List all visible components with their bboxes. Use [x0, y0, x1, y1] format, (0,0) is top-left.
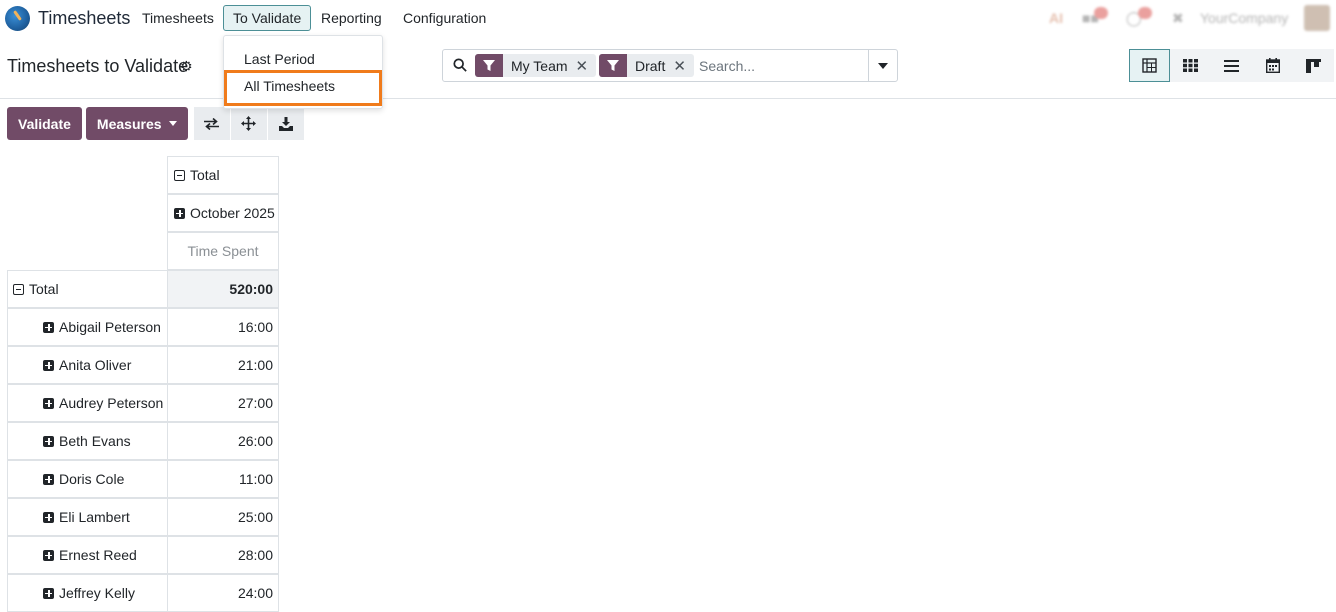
employee-value[interactable]: 21:00 [167, 346, 279, 384]
calendar-icon [1265, 58, 1280, 73]
expand-arrows-icon [241, 116, 257, 131]
page-title: Timesheets to Validate [7, 56, 189, 76]
caret-down-icon [878, 62, 888, 69]
list-view-button[interactable] [1211, 49, 1252, 82]
company-switcher[interactable]: YourCompany [1200, 10, 1288, 26]
expand-all-button[interactable] [230, 107, 267, 140]
pivot-table-icon [1142, 58, 1157, 73]
employee-name: Doris Cole [59, 471, 125, 487]
filter-icon [599, 54, 627, 77]
menu-to-validate[interactable]: To Validate [223, 5, 312, 31]
dropdown-item-all-timesheets[interactable]: All Timesheets [244, 78, 335, 94]
action-buttons: Validate Measures [7, 107, 304, 140]
col-header-period[interactable]: October 2025 [167, 194, 279, 232]
expand-icon [43, 549, 54, 561]
employee-value[interactable]: 11:00 [167, 460, 279, 498]
expand-icon [43, 359, 54, 371]
measures-label: Measures [96, 115, 162, 132]
employee-value[interactable]: 28:00 [167, 536, 279, 574]
view-switcher [1129, 49, 1334, 82]
row-header-employee[interactable]: Eli Lambert [7, 498, 168, 536]
ai-icon[interactable]: AI [1049, 10, 1063, 26]
remove-facet-icon[interactable]: ✕ [673, 57, 694, 75]
search-options-toggle[interactable] [868, 50, 897, 81]
row-header-total-label: Total [29, 281, 59, 297]
collapse-icon [174, 169, 185, 181]
expand-icon [43, 435, 54, 447]
chat-badge [1094, 7, 1108, 19]
expand-icon [43, 321, 54, 333]
pivot-view-button[interactable] [1129, 49, 1170, 82]
calendar-view-button[interactable] [1252, 49, 1293, 82]
total-value[interactable]: 520:00 [167, 270, 279, 308]
kanban-icon [1306, 58, 1321, 73]
search-icon[interactable] [453, 58, 467, 72]
facet-my-team: My Team ✕ [475, 54, 597, 77]
menu-configuration[interactable]: Configuration [394, 5, 495, 31]
employee-value[interactable]: 25:00 [167, 498, 279, 536]
expand-icon [43, 587, 54, 599]
kanban-view-button[interactable] [1293, 49, 1334, 82]
search-input[interactable] [699, 54, 859, 77]
employee-value[interactable]: 27:00 [167, 384, 279, 422]
pivot-tools [193, 107, 304, 140]
top-navbar: Timesheets Timesheets To Validate Report… [0, 0, 1336, 37]
measures-button[interactable]: Measures [85, 107, 188, 140]
employee-name: Ernest Reed [59, 547, 137, 563]
flip-axis-icon [204, 117, 220, 130]
measure-header[interactable]: Time Spent [167, 232, 279, 270]
employee-name: Beth Evans [59, 433, 131, 449]
tools-icon[interactable]: ✖ [1172, 10, 1184, 27]
control-panel: Timesheets to Validate ⚙ My Team ✕ Draft… [0, 37, 1336, 99]
row-header-employee[interactable]: Jeffrey Kelly [7, 574, 168, 612]
facet-label: Draft [635, 57, 666, 74]
employee-name: Abigail Peterson [59, 319, 161, 335]
employee-value[interactable]: 26:00 [167, 422, 279, 460]
row-header-employee[interactable]: Beth Evans [7, 422, 168, 460]
grid-view-button[interactable] [1170, 49, 1211, 82]
facet-label: My Team [511, 57, 568, 74]
row-header-employee[interactable]: Anita Oliver [7, 346, 168, 384]
remove-facet-icon[interactable]: ✕ [576, 57, 597, 75]
row-header-total[interactable]: Total [7, 270, 168, 308]
to-validate-dropdown: Last Period All Timesheets [223, 35, 383, 109]
row-header-employee[interactable]: Audrey Peterson [7, 384, 168, 422]
validate-button[interactable]: Validate [7, 107, 82, 140]
user-avatar[interactable] [1304, 5, 1330, 31]
col-header-period-label: October 2025 [190, 205, 275, 221]
row-header-employee[interactable]: Doris Cole [7, 460, 168, 498]
col-header-total-label: Total [190, 167, 220, 183]
row-header-employee[interactable]: Ernest Reed [7, 536, 168, 574]
download-icon [278, 116, 293, 131]
gear-icon[interactable]: ⚙ [180, 58, 193, 75]
collapse-icon [13, 283, 24, 295]
download-button[interactable] [267, 107, 304, 140]
col-header-total[interactable]: Total [167, 156, 279, 194]
menu-reporting[interactable]: Reporting [312, 5, 391, 31]
employee-name: Audrey Peterson [59, 395, 164, 411]
menu-timesheets[interactable]: Timesheets [133, 5, 223, 31]
grid-icon [1183, 59, 1198, 72]
expand-icon [43, 397, 54, 409]
timesheets-app-icon[interactable] [5, 6, 30, 31]
employee-name: Jeffrey Kelly [59, 585, 135, 601]
activity-badge [1138, 7, 1152, 19]
expand-icon [43, 473, 54, 485]
employee-name: Anita Oliver [59, 357, 132, 373]
expand-icon [43, 511, 54, 523]
employee-value[interactable]: 24:00 [167, 574, 279, 612]
caret-down-icon [168, 121, 177, 126]
employee-value[interactable]: 16:00 [167, 308, 279, 346]
list-icon [1224, 59, 1239, 72]
row-header-employee[interactable]: Abigail Peterson [7, 308, 168, 346]
employee-name: Eli Lambert [59, 509, 130, 525]
expand-icon [174, 207, 185, 219]
app-name[interactable]: Timesheets [38, 8, 130, 29]
search-bar[interactable]: My Team ✕ Draft ✕ [442, 49, 898, 82]
flip-axis-button[interactable] [193, 107, 230, 140]
dropdown-item-last-period[interactable]: Last Period [244, 51, 315, 67]
facet-draft: Draft ✕ [599, 54, 694, 77]
filter-icon [475, 54, 503, 77]
systray: AI ■■ ◯ ✖ YourCompany [1036, 0, 1336, 37]
